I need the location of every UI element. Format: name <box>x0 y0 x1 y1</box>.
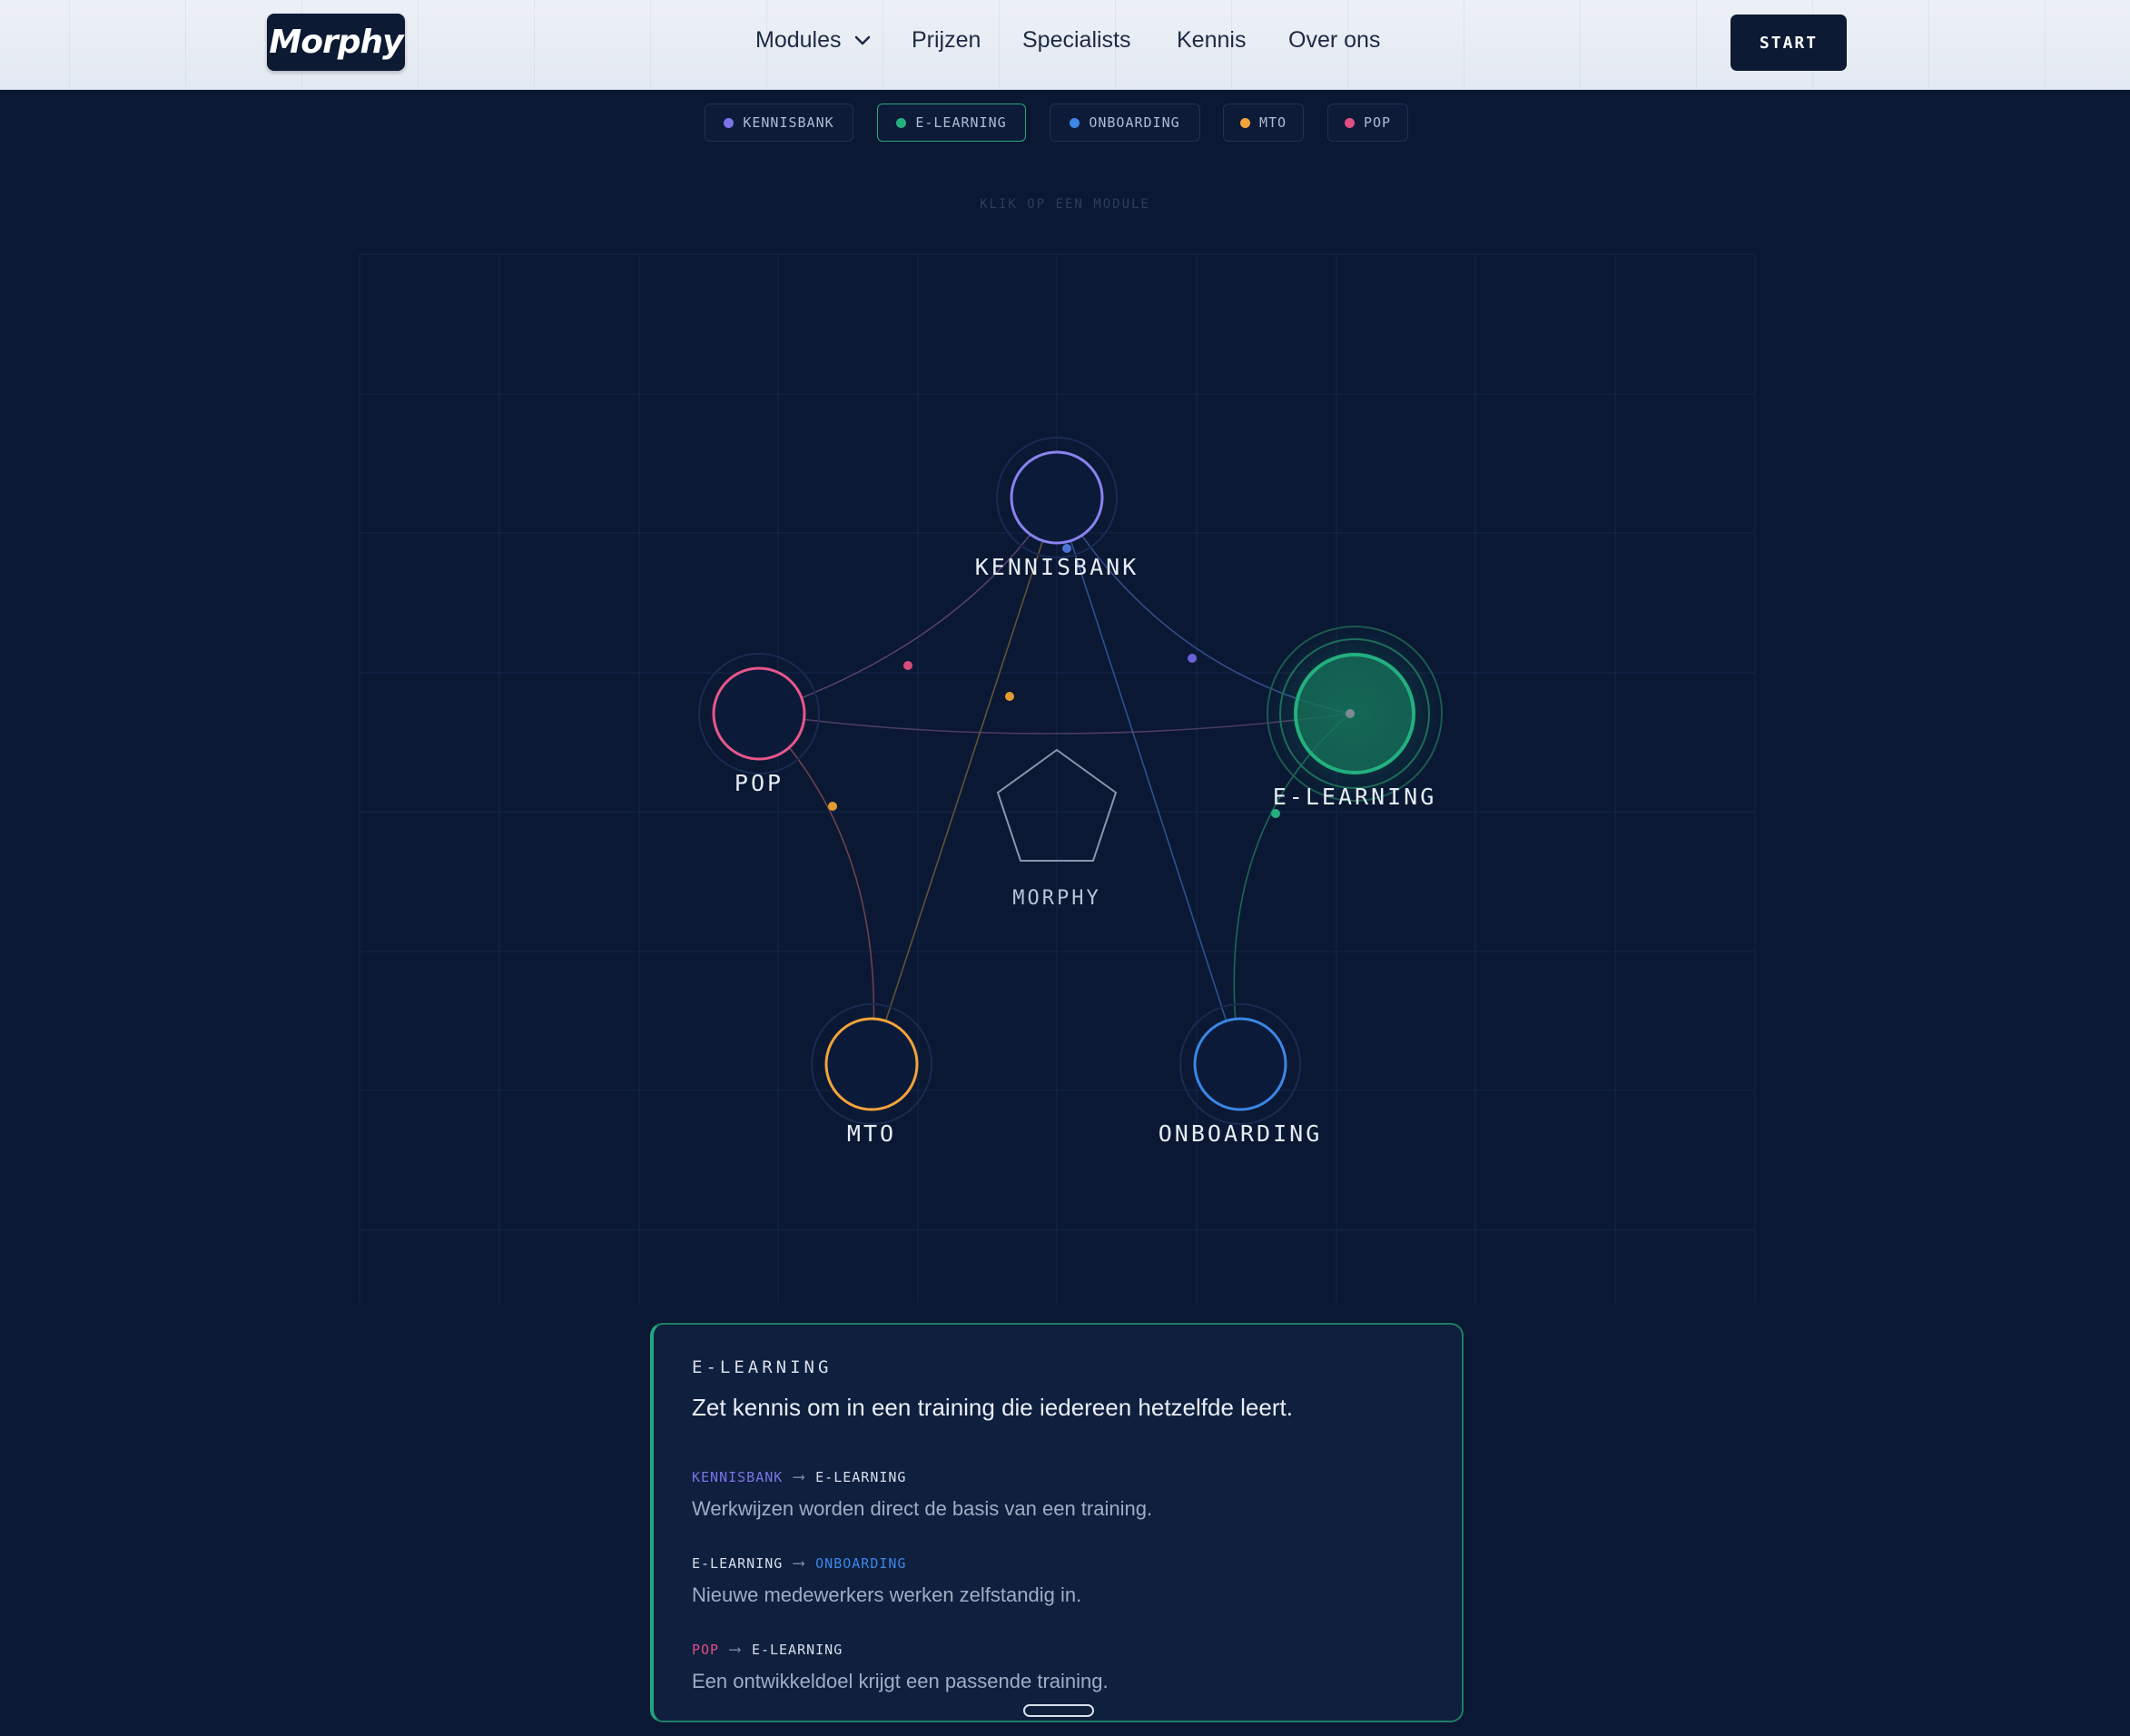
flow-item: KENNISBANK ⟶ E-LEARNING Werkwijzen worde… <box>692 1467 1152 1521</box>
flow-head: KENNISBANK ⟶ E-LEARNING <box>692 1467 1152 1486</box>
edge-kennisbank-mto <box>871 497 1058 1065</box>
flow-item: E-LEARNING ⟶ ONBOARDING Nieuwe medewerke… <box>692 1554 1081 1607</box>
node-label: POP <box>735 770 784 796</box>
particle <box>1271 809 1280 818</box>
flow-to: E-LEARNING <box>751 1641 843 1658</box>
flow-particles <box>828 544 1280 818</box>
diagram-grid <box>359 253 1756 1303</box>
particle <box>1188 654 1197 663</box>
flow-text: Nieuwe medewerkers werken zelfstandig in… <box>692 1583 1082 1606</box>
flow-to: E-LEARNING <box>815 1468 907 1485</box>
node-label: KENNISBANK <box>975 554 1139 580</box>
scroll-handle[interactable] <box>1023 1704 1094 1717</box>
node-label: E-LEARNING <box>1273 784 1437 810</box>
edge-kennisbank-onboarding <box>1056 497 1241 1065</box>
panel-description: Zet kennis om in een training die iedere… <box>692 1394 1293 1421</box>
node-label: MTO <box>847 1120 896 1147</box>
flow-head: POP ⟶ E-LEARNING <box>692 1640 1109 1659</box>
arrow-right-icon: ⟶ <box>730 1640 741 1659</box>
module-info-panel: E-LEARNING Zet kennis om in een training… <box>650 1323 1464 1722</box>
particle <box>903 661 912 670</box>
flow-from: E-LEARNING <box>692 1554 784 1572</box>
flow-from: POP <box>692 1641 720 1658</box>
node-onboarding[interactable]: ONBOARDING <box>1159 1003 1323 1147</box>
edge-pop-mto <box>758 713 875 1065</box>
particle <box>1062 544 1071 553</box>
connections <box>758 497 1351 1065</box>
particle <box>1005 692 1014 701</box>
flow-head: E-LEARNING ⟶ ONBOARDING <box>692 1554 1081 1573</box>
flow-text: Werkwijzen worden direct de basis van ee… <box>692 1497 1153 1520</box>
node-mto[interactable]: MTO <box>811 1003 932 1147</box>
flow-to: ONBOARDING <box>815 1554 907 1572</box>
node-label: ONBOARDING <box>1159 1120 1323 1147</box>
edge-kennisbank-pop <box>758 497 1058 715</box>
edge-pop-elearning <box>758 713 1351 735</box>
flow-item: POP ⟶ E-LEARNING Een ontwikkeldoel krijg… <box>692 1640 1109 1693</box>
flow-text: Een ontwikkeldoel krijgt een passende tr… <box>692 1670 1109 1692</box>
center-label: MORPHY <box>1012 887 1100 910</box>
arrow-right-icon: ⟶ <box>794 1554 805 1573</box>
flow-from: KENNISBANK <box>692 1468 784 1485</box>
particle <box>828 802 837 811</box>
node-kennisbank[interactable]: KENNISBANK <box>975 437 1139 580</box>
node-e-learning[interactable]: E-LEARNING <box>1266 625 1444 810</box>
panel-title: E-LEARNING <box>692 1357 833 1377</box>
arrow-right-icon: ⟶ <box>794 1467 805 1486</box>
node-pop[interactable]: POP <box>698 653 820 796</box>
